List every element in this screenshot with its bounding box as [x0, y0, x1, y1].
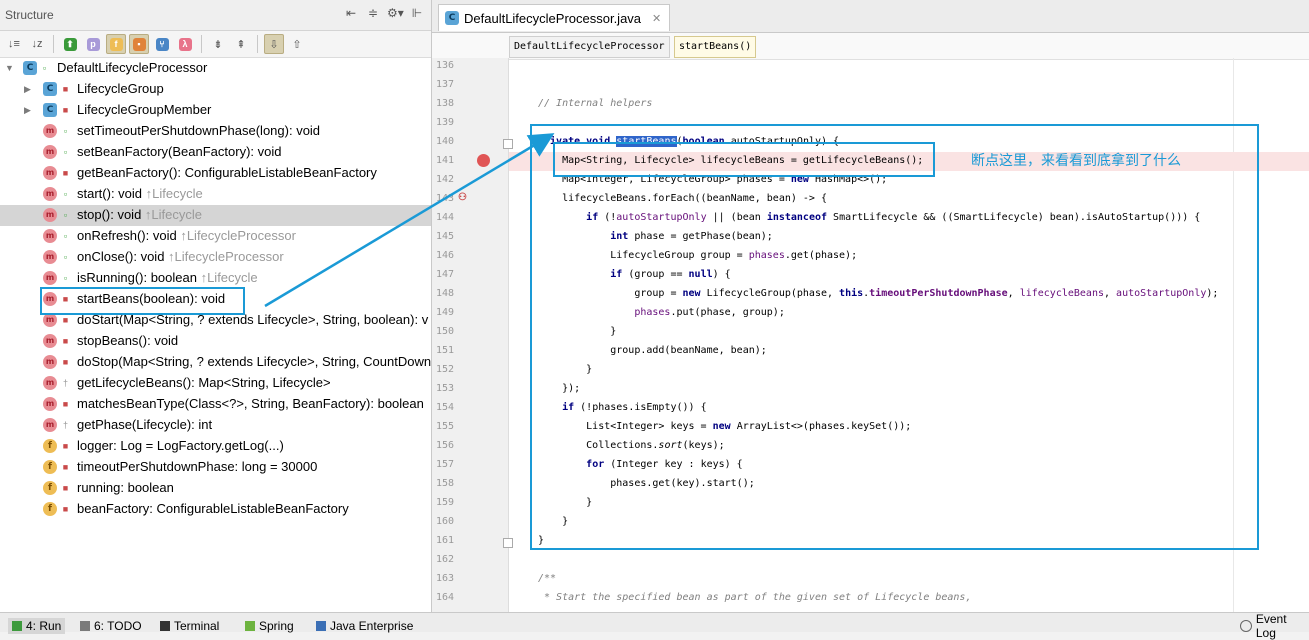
event-log-icon: [1240, 620, 1252, 632]
event-log-button[interactable]: Event Log: [1240, 612, 1309, 640]
annotation-arrow: [264, 133, 555, 308]
todo-icon: [80, 621, 90, 631]
terminal-icon: [160, 621, 170, 631]
ide-window: Structure ⇤ ≑ ⚙▾ ⊩ ↓≡ ↓z ⬆ p f ▪ ⑂ λ ⇟ ⇞ ⇩ ⇧ ▼ C ▫ Def…: [0, 0, 1309, 640]
spring-icon: [245, 621, 255, 631]
bottom-tool-bar: 4: Run 6: TODO Terminal Spring Java Enterpri…: [0, 612, 1309, 640]
event-log-label: Event Log: [1255, 612, 1287, 640]
bottom-tab-todo[interactable]: 6: TODO: [80, 618, 142, 634]
bottom-tab-spring[interactable]: Spring: [245, 618, 294, 634]
bottom-tab-java-enterprise[interactable]: Java Enterprise: [316, 618, 413, 634]
bottom-tab-run[interactable]: 4: Run: [8, 618, 66, 634]
bottom-tab-terminal[interactable]: Terminal: [160, 618, 219, 634]
java-enterprise-icon: [316, 621, 326, 631]
run-icon: [12, 621, 22, 631]
